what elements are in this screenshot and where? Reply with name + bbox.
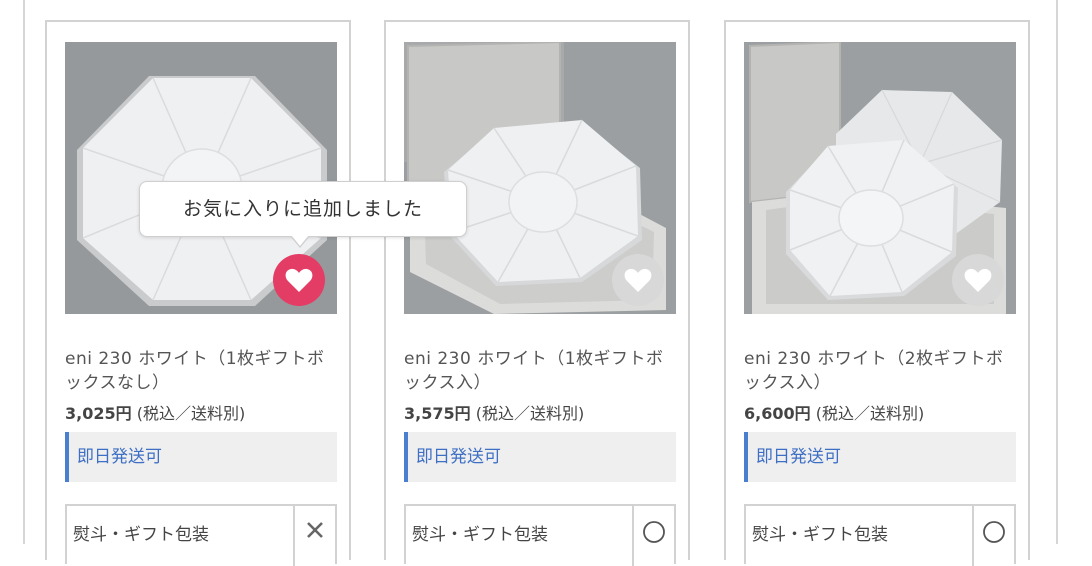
product-price: 3,575円 (税込／送料別)	[404, 400, 584, 424]
heart-icon	[624, 268, 652, 292]
product-image[interactable]	[404, 42, 676, 314]
tax-note: (税込／送料別)	[815, 404, 925, 423]
price-value: 3,025円	[65, 404, 132, 423]
product-card[interactable]: eni 230 ホワイト（2枚ギフトボックス入） 6,600円 (税込／送料別)…	[724, 20, 1030, 566]
heart-icon	[285, 268, 313, 292]
product-image[interactable]	[65, 42, 337, 314]
gift-wrap-label: 熨斗・ギフト包装	[752, 525, 888, 545]
gift-wrap-toggle[interactable]	[293, 506, 335, 566]
favorite-added-tooltip: お気に入りに追加しました	[139, 181, 467, 248]
product-image[interactable]	[744, 42, 1016, 314]
circle-icon	[643, 521, 665, 543]
cross-icon	[307, 522, 323, 538]
favorite-button[interactable]	[612, 254, 664, 306]
tooltip-text: お気に入りに追加しました	[182, 198, 423, 220]
tax-note: (税込／送料別)	[136, 404, 246, 423]
page-frame-left	[23, 0, 25, 544]
stock-status: 即日発送可	[744, 432, 1016, 482]
stock-status: 即日発送可	[404, 432, 676, 482]
price-value: 3,575円	[404, 404, 471, 423]
gift-wrap-toggle[interactable]	[972, 506, 1014, 566]
gift-wrap-toggle[interactable]	[632, 506, 674, 566]
gift-wrap-row: 熨斗・ギフト包装	[744, 504, 1016, 566]
price-value: 6,600円	[744, 404, 811, 423]
product-price: 6,600円 (税込／送料別)	[744, 400, 924, 424]
favorite-button[interactable]	[952, 254, 1004, 306]
product-title[interactable]: eni 230 ホワイト（1枚ギフトボックス入）	[404, 347, 679, 395]
product-price: 3,025円 (税込／送料別)	[65, 400, 245, 424]
favorite-button[interactable]	[273, 254, 325, 306]
gift-wrap-row: 熨斗・ギフト包装	[404, 504, 676, 566]
product-title[interactable]: eni 230 ホワイト（2枚ギフトボックス入）	[744, 347, 1019, 395]
gift-wrap-label: 熨斗・ギフト包装	[412, 525, 548, 545]
tax-note: (税込／送料別)	[475, 404, 585, 423]
gift-wrap-row: 熨斗・ギフト包装	[65, 504, 337, 566]
tooltip-arrow-inner	[291, 235, 309, 246]
stock-status: 即日発送可	[65, 432, 337, 482]
heart-icon	[964, 268, 992, 292]
gift-wrap-label: 熨斗・ギフト包装	[73, 525, 209, 545]
product-card[interactable]: eni 230 ホワイト（1枚ギフトボックスなし） 3,025円 (税込／送料別…	[45, 20, 351, 566]
page-frame-right	[1056, 0, 1058, 544]
circle-icon	[983, 521, 1005, 543]
product-title[interactable]: eni 230 ホワイト（1枚ギフトボックスなし）	[65, 347, 340, 395]
product-card[interactable]: eni 230 ホワイト（1枚ギフトボックス入） 3,575円 (税込／送料別)…	[384, 20, 690, 566]
